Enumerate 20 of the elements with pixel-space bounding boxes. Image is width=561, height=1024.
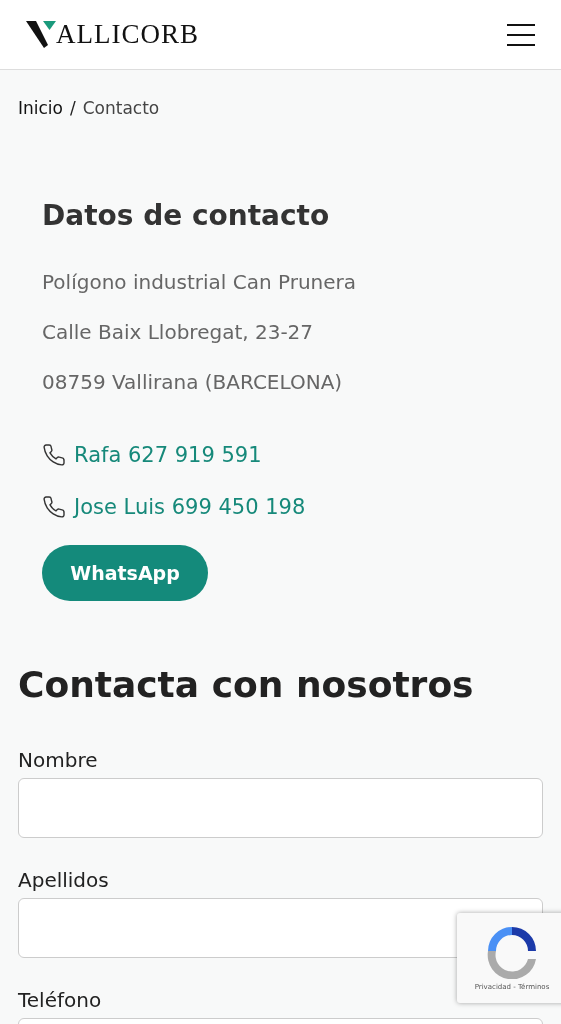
menu-icon[interactable] xyxy=(507,23,535,46)
breadcrumb-separator: / xyxy=(70,98,76,118)
whatsapp-button[interactable]: WhatsApp xyxy=(42,545,208,601)
breadcrumb-link[interactable]: Inicio xyxy=(18,98,63,118)
section-title: Datos de contacto xyxy=(42,199,331,232)
field-label: Nombre xyxy=(18,748,99,772)
input-field[interactable] xyxy=(18,778,543,838)
breadcrumb-link[interactable]: Contacto xyxy=(82,98,160,118)
logo-mark-icon xyxy=(26,21,56,48)
phone-icon xyxy=(42,443,66,467)
address-line: 08759 Vallirana (BARCELONA) xyxy=(42,369,344,395)
phone-link[interactable]: Rafa 627 919 591 xyxy=(74,441,262,469)
address-line: Calle Baix Llobregat, 23-27 xyxy=(42,319,315,345)
logo-text: ALLICORB xyxy=(56,21,199,48)
phone-icon xyxy=(42,495,66,519)
form-title: Contacta con nosotros xyxy=(18,664,475,705)
address-line: Polígono industrial Can Prunera xyxy=(42,269,358,295)
field-label: Apellidos xyxy=(18,868,110,892)
field-label: Teléfono xyxy=(18,988,103,1012)
phone-link[interactable]: Jose Luis 699 450 198 xyxy=(74,493,306,521)
